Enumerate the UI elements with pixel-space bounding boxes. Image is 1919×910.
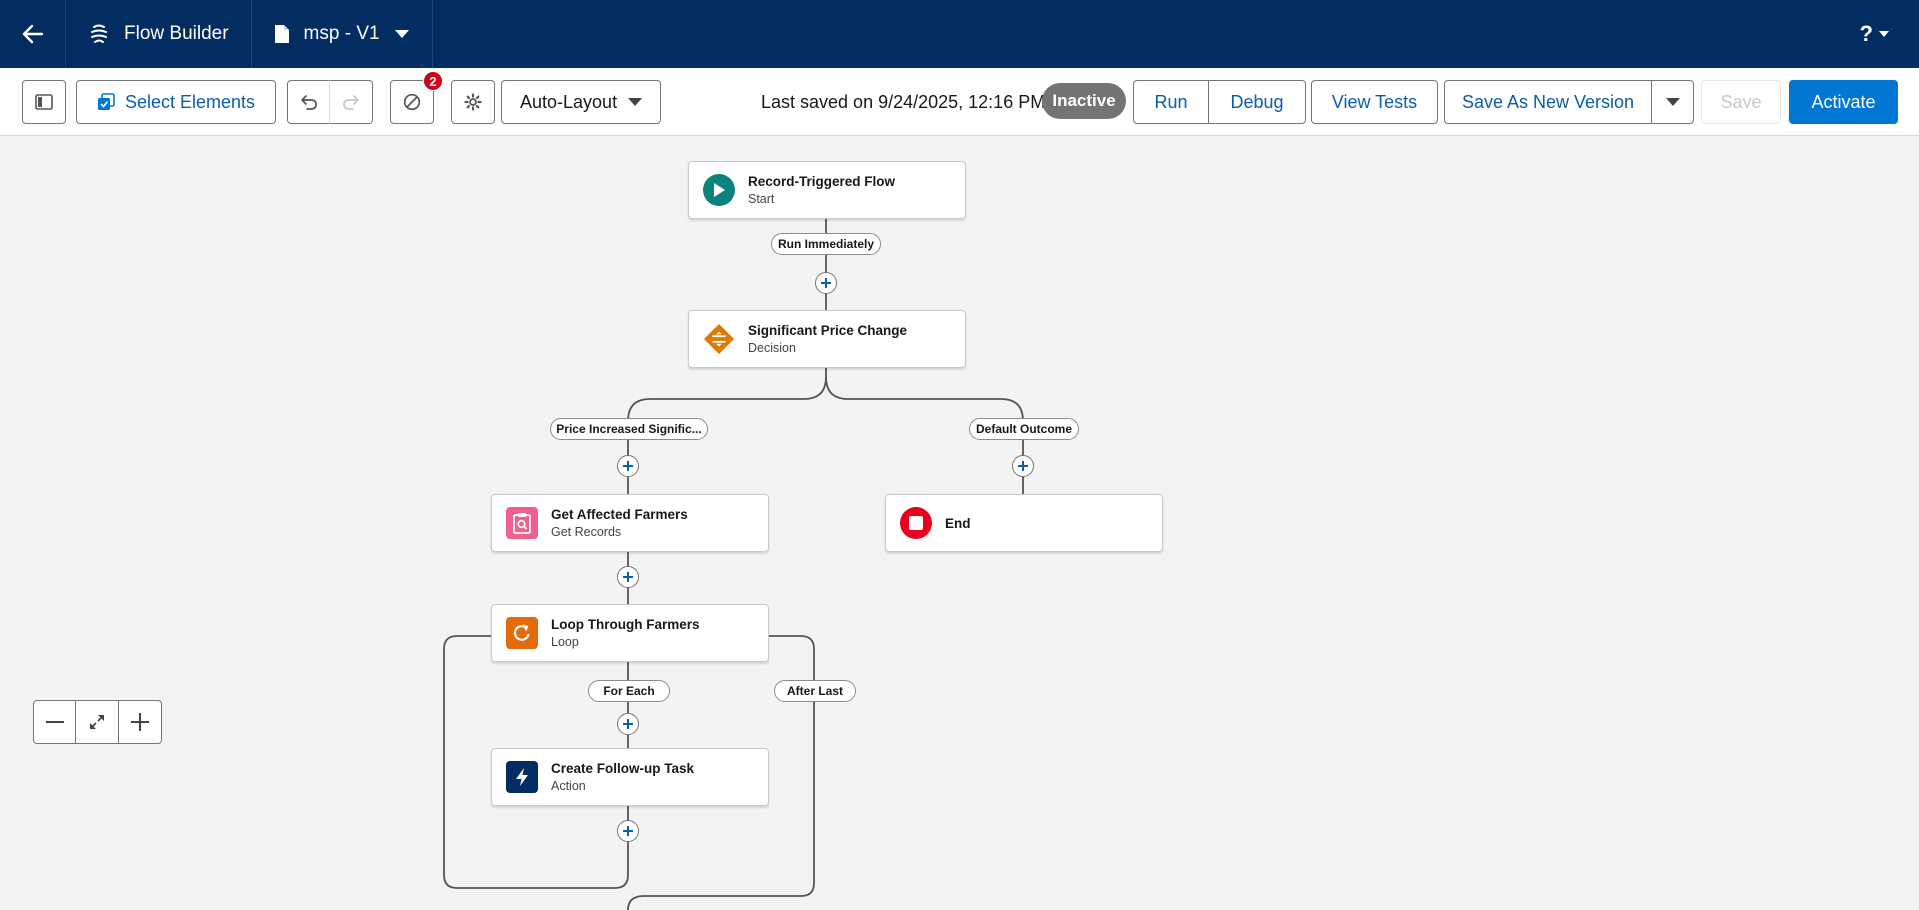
run-button[interactable]: Run [1133,80,1209,124]
flow-version-menu[interactable]: msp - V1 [252,0,433,68]
node-title: Record-Triggered Flow [748,174,896,189]
flow-icon [91,24,107,43]
toolbar: Select Elements Auto-Layout Last saved o… [0,68,1919,136]
get-records-icon [506,507,538,539]
select-elements-icon [97,93,115,110]
add-element-button[interactable] [815,272,837,294]
save-as-new-version-label: Save As New Version [1461,91,1635,112]
select-elements-button[interactable]: Select Elements [76,80,276,124]
decision-node[interactable]: Significant Price Change Decision [688,310,966,368]
decision-icon [703,323,735,355]
run-label: Run [1154,91,1188,112]
save-options-dropdown[interactable] [1651,80,1694,124]
save-button[interactable]: Save [1701,80,1781,124]
layout-select-value: Auto-Layout [520,91,618,112]
view-tests-label: View Tests [1331,91,1418,112]
get-records-node[interactable]: Get Affected Farmers Get Records [491,494,769,552]
app-name: Flow Builder [124,23,229,44]
block-icon [403,93,421,111]
activate-button[interactable]: Activate [1789,80,1898,124]
chevron-down-icon [628,97,642,106]
file-icon [274,25,289,43]
node-title: Get Affected Farmers [551,507,688,522]
loop-label-for-each: For Each [588,680,670,702]
save-as-new-version-button[interactable]: Save As New Version [1444,80,1652,124]
help-menu[interactable]: ? [1860,0,1889,68]
panel-icon [35,94,53,110]
node-type: Decision [748,341,796,355]
arrow-left-icon [22,24,43,44]
last-saved-text: Last saved on 9/24/2025, 12:16 PM [761,92,1046,112]
node-title: Create Follow-up Task [551,761,695,776]
zoom-out-button[interactable] [34,701,77,743]
chevron-down-icon [1879,30,1889,37]
minus-icon [45,721,64,723]
top-nav-bar: Flow Builder msp - V1 ? [0,0,1919,68]
add-element-button[interactable] [1012,455,1034,477]
add-element-button[interactable] [617,820,639,842]
layout-select[interactable]: Auto-Layout [501,80,661,124]
zoom-controls [33,700,162,744]
help-icon: ? [1859,21,1873,46]
loop-node[interactable]: Loop Through Farmers Loop [491,604,769,662]
debug-label: Debug [1230,91,1284,112]
add-element-button[interactable] [617,566,639,588]
flow-file-name: msp - V1 [303,23,380,44]
add-element-button[interactable] [617,713,639,735]
back-button[interactable] [0,0,66,68]
save-label: Save [1720,91,1762,112]
outcome-label-default: Default Outcome [969,418,1079,440]
view-tests-button[interactable]: View Tests [1311,80,1438,124]
loop-label-after-last: After Last [774,680,856,702]
app-title: Flow Builder [66,0,252,68]
debug-button[interactable]: Debug [1208,80,1306,124]
chevron-down-icon [394,30,409,38]
node-type: Start [748,192,775,206]
fit-view-button[interactable] [76,701,119,743]
plus-icon [130,713,149,731]
outcome-label-price-increased: Price Increased Signific... [550,418,708,440]
node-type: Loop [551,635,579,649]
node-title: Loop Through Farmers [551,617,700,632]
lightning-icon [506,761,538,793]
undo-icon [300,95,317,110]
select-elements-label: Select Elements [124,91,256,112]
node-title: Significant Price Change [748,323,908,338]
error-count-badge: 2 [423,71,443,91]
activate-label: Activate [1811,91,1876,112]
settings-button[interactable] [451,80,495,124]
undo-button[interactable] [287,80,330,124]
redo-button[interactable] [329,80,373,124]
start-node[interactable]: Record-Triggered Flow Start [688,161,966,219]
redo-icon [343,95,359,110]
action-node[interactable]: Create Follow-up Task Action [491,748,769,806]
add-element-button[interactable] [617,455,639,477]
stop-icon [900,507,932,539]
flow-canvas[interactable]: Record-Triggered Flow Start Run Immediat… [0,137,1919,910]
zoom-in-button[interactable] [119,701,161,743]
play-icon [703,174,735,206]
node-type: Get Records [551,525,622,539]
chevron-down-icon [1665,97,1680,106]
node-title: End [945,515,971,531]
connector-label-run-immediately: Run Immediately [771,233,881,255]
loop-icon [506,617,538,649]
expand-icon [90,715,105,729]
node-type: Action [551,779,586,793]
toggle-panel-button[interactable] [22,80,66,124]
gear-icon [464,93,482,111]
end-node[interactable]: End [885,494,1163,552]
status-badge: Inactive [1042,83,1126,119]
